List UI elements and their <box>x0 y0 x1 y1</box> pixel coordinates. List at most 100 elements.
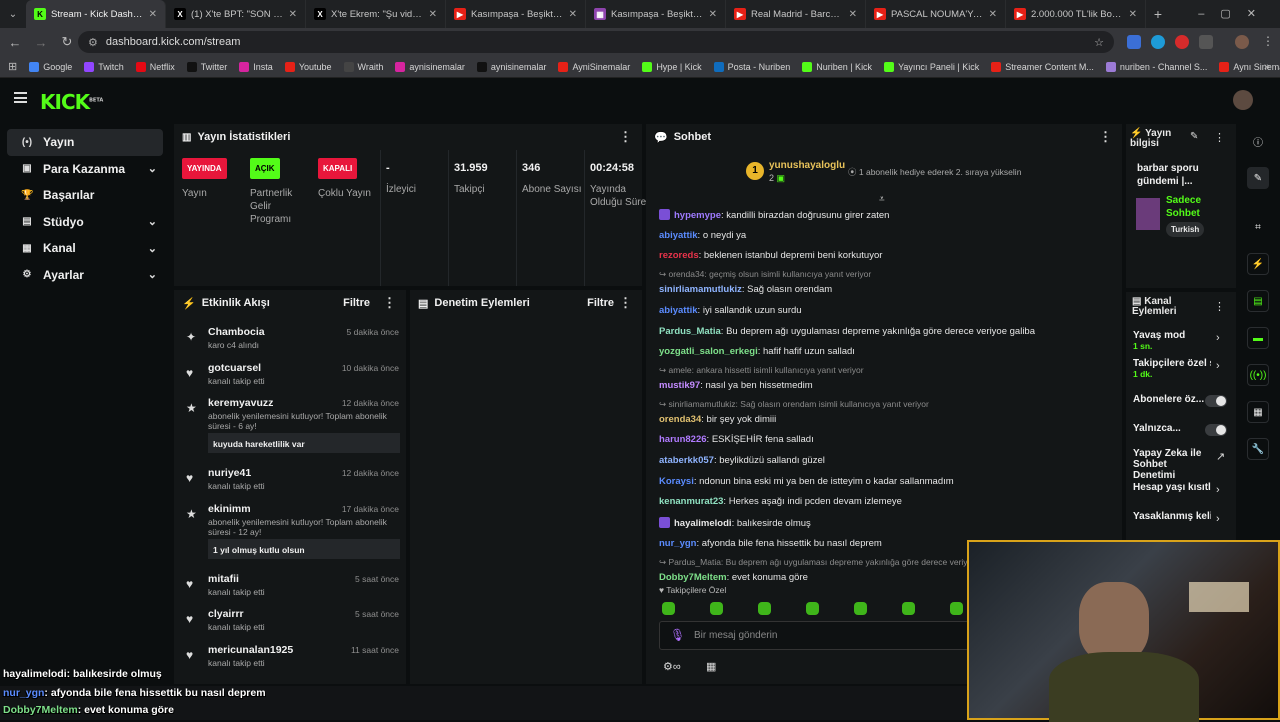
quick-action-wrench-icon[interactable]: 🔧 <box>1247 438 1269 460</box>
bookmark-item[interactable]: Aynı Sinemalar - Ça... <box>1219 61 1280 72</box>
emote-icon[interactable] <box>950 602 963 615</box>
activity-user[interactable]: clyairrr <box>208 608 244 620</box>
external-link-icon[interactable]: ↗ <box>1216 450 1225 463</box>
activity-item[interactable]: ✦ Chambocia 5 dakika önce karo c4 alındı <box>184 326 399 366</box>
collapse-pinned-icon[interactable]: ⩡ <box>879 194 885 205</box>
bookmark-item[interactable]: aynisinemalar <box>476 61 546 72</box>
channel-action-item[interactable]: Yalnızca... <box>1133 423 1211 434</box>
chat-username[interactable]: kenanmurat23 <box>659 496 723 507</box>
browser-tab[interactable]: K Stream - Kick Dashboard ✕ <box>26 0 166 28</box>
toggle-switch[interactable] <box>1205 424 1227 436</box>
sidebar-item[interactable]: ▤ Stüdyo ⌄ <box>7 209 163 236</box>
browser-tab[interactable]: ▶ 2.000.000 TL'lik Bozkurt ✕ <box>1006 0 1146 28</box>
browser-tab[interactable]: ▶ Kasımpaşa - Beşiktaş Maç ✕ <box>446 0 586 28</box>
stats-menu-icon[interactable]: ⋮ <box>619 129 632 145</box>
chat-username[interactable]: abiyattik <box>659 305 698 316</box>
extension-shield-icon[interactable] <box>1127 35 1141 49</box>
quick-action-broadcast-icon[interactable]: ((•)) <box>1247 364 1269 386</box>
quick-action-chat-icon[interactable]: ▬ <box>1247 327 1269 349</box>
channel-action-item[interactable]: Abonelere öz... <box>1133 394 1211 405</box>
chat-username[interactable]: nur_ygn <box>659 538 696 549</box>
browser-tab[interactable]: X X'te Ekrem: "Şu videoyu S ✕ <box>306 0 446 28</box>
chat-tools-icon[interactable]: ⚙∞ <box>663 660 681 673</box>
extensions-puzzle-icon[interactable] <box>1199 35 1213 49</box>
site-info-icon[interactable]: ⚙ <box>88 36 98 49</box>
chat-username[interactable]: mustik97 <box>659 380 700 391</box>
info-icon[interactable]: ⓘ <box>1247 130 1269 152</box>
tab-close-icon[interactable]: ✕ <box>849 9 857 20</box>
chevron-right-icon[interactable]: › <box>1216 332 1220 344</box>
chat-username[interactable]: abiyattik <box>659 230 698 241</box>
emote-icon[interactable] <box>710 602 723 615</box>
user-avatar[interactable] <box>1233 90 1253 110</box>
store-icon[interactable]: ▦ <box>706 660 716 673</box>
bookmark-item[interactable]: Google <box>29 61 72 72</box>
bookmark-item[interactable]: Netflix <box>135 61 175 72</box>
bookmark-item[interactable]: Posta - Nuriben <box>713 61 790 72</box>
chat-menu-icon[interactable]: ⋮ <box>1099 129 1112 145</box>
chevron-right-icon[interactable]: › <box>1216 513 1220 525</box>
edit-layout-icon[interactable]: ✎ <box>1247 167 1269 189</box>
chevron-down-icon[interactable]: ⌄ <box>148 215 157 228</box>
edit-pencil-icon[interactable]: ✎ <box>1190 131 1198 142</box>
sidebar-item[interactable]: ▣ Para Kazanma ⌄ <box>7 156 163 183</box>
tab-close-icon[interactable]: ✕ <box>289 9 297 20</box>
chevron-right-icon[interactable]: › <box>1216 484 1220 496</box>
activity-menu-icon[interactable]: ⋮ <box>383 295 396 311</box>
kick-logo[interactable]: KICKBETA <box>40 90 103 114</box>
chat-username[interactable]: rezoreds <box>659 250 699 261</box>
activity-item[interactable]: ♥ nuriye41 12 dakika önce kanalı takip etti <box>184 467 399 507</box>
activity-item[interactable]: ★ ekinimm 17 dakika önce abonelik yenilemes… <box>184 503 400 559</box>
browser-tab[interactable]: X (1) X'te BPT: "SON DAKİKA ✕ <box>166 0 306 28</box>
emote-icon[interactable] <box>902 602 915 615</box>
bookmark-item[interactable]: Hype | Kick <box>642 61 702 72</box>
chevron-right-icon[interactable]: › <box>1216 360 1220 372</box>
moderation-filter-button[interactable]: Filtre <box>587 297 614 309</box>
hamburger-menu-icon[interactable] <box>14 92 27 103</box>
window-controls[interactable]: –▢✕ <box>1198 7 1272 20</box>
bookmark-item[interactable]: AyniSinemalar <box>558 61 630 72</box>
tab-close-icon[interactable]: ✕ <box>989 9 997 20</box>
address-bar[interactable]: ⚙ dashboard.kick.com/stream ☆ <box>78 31 1114 53</box>
toggle-switch[interactable] <box>1205 395 1227 407</box>
quick-action-layout-icon[interactable]: ▦ <box>1247 401 1269 423</box>
browser-menu-icon[interactable]: ⋮ <box>1262 34 1274 48</box>
gift-prompt[interactable]: ⦿ 1 abonelik hediye ederek 2. sıraya yük… <box>848 166 1021 178</box>
tab-search-button[interactable]: ⌄ <box>0 9 26 20</box>
activity-filter-button[interactable]: Filtre <box>343 297 370 309</box>
activity-user[interactable]: ekinimm <box>208 503 251 515</box>
stream-info-menu-icon[interactable]: ⋮ <box>1214 131 1225 144</box>
bookmark-item[interactable]: Nuriben | Kick <box>802 61 872 72</box>
activity-user[interactable]: mitafii <box>208 573 239 585</box>
chat-username[interactable]: ataberkk057 <box>659 455 714 466</box>
sidebar-item[interactable]: ▦ Kanal ⌄ <box>7 235 163 262</box>
channel-action-item[interactable]: Yapay Zeka ile Sohbet Denetimi <box>1133 448 1211 481</box>
channel-action-item[interactable]: Yasaklanmış kelin <box>1133 511 1211 522</box>
chat-username[interactable]: Pardus_Matia <box>659 326 721 337</box>
tab-close-icon[interactable]: ✕ <box>149 9 157 20</box>
sidebar-item[interactable]: (•) Yayın <box>7 129 163 156</box>
bookmark-item[interactable]: nuriben - Channel S... <box>1105 61 1207 72</box>
back-icon[interactable]: ← <box>4 35 26 50</box>
chevron-down-icon[interactable]: ⌄ <box>148 242 157 255</box>
extension-globe-icon[interactable] <box>1151 35 1165 49</box>
activity-item[interactable]: ♥ clyairrr 5 saat önce kanalı takip etti <box>184 608 399 648</box>
tab-close-icon[interactable]: ✕ <box>569 9 577 20</box>
chat-username[interactable]: harun8226 <box>659 434 707 445</box>
channel-action-item[interactable]: Takipçilere özel s1 dk. <box>1133 358 1211 380</box>
activity-item[interactable]: ★ keremyavuzz 12 dakika önce abonelik yenil… <box>184 397 400 453</box>
chat-username[interactable]: Dobby7Meltem <box>659 572 727 583</box>
sidebar-item[interactable]: 🏆 Başarılar <box>7 182 163 209</box>
bookmark-item[interactable]: Youtube <box>284 61 332 72</box>
apps-grid-icon[interactable]: ⊞ <box>8 60 17 73</box>
more-bookmarks-icon[interactable]: » <box>1264 61 1270 73</box>
emote-icon[interactable] <box>758 602 771 615</box>
chat-username[interactable]: yozgatli_salon_erkegi <box>659 346 758 357</box>
browser-tab[interactable]: ▶ PASCAL NOUMA'YA MEY ✕ <box>866 0 1006 28</box>
bookmark-item[interactable]: Wraith <box>343 61 383 72</box>
chat-username[interactable]: hypemype <box>674 210 721 221</box>
tab-close-icon[interactable]: ✕ <box>429 9 437 20</box>
bookmark-item[interactable]: Twitter <box>186 61 227 72</box>
bookmark-item[interactable]: Yayıncı Paneli | Kick <box>884 61 979 72</box>
emote-icon[interactable] <box>854 602 867 615</box>
